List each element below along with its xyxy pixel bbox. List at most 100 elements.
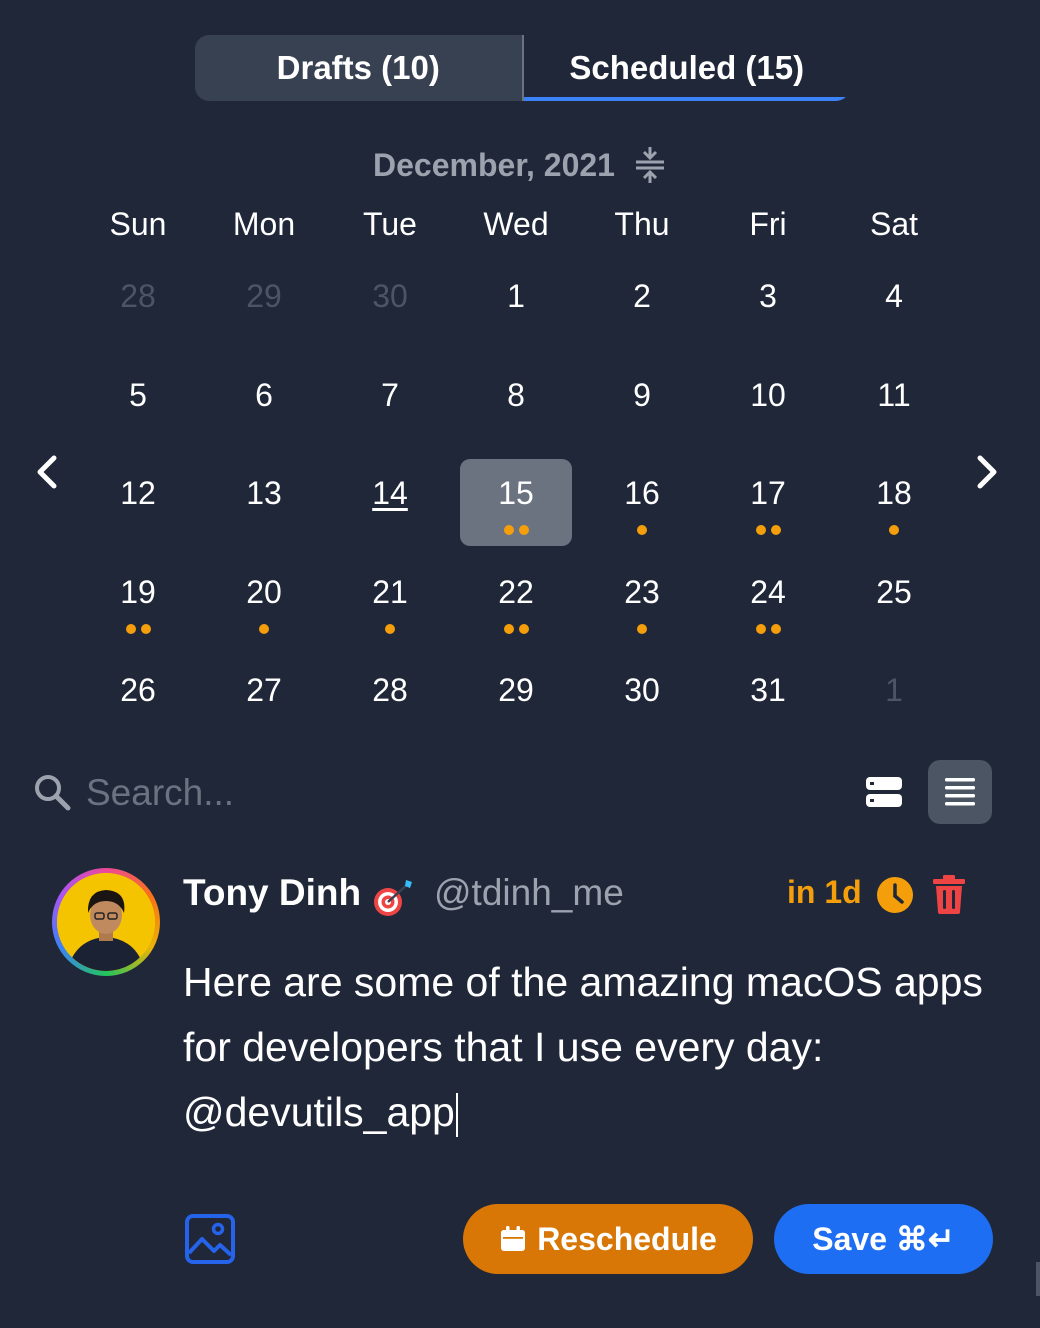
scheduled-dot [259,623,269,634]
tab-drafts[interactable]: Drafts (10) [195,35,522,101]
calendar-day[interactable]: 3 [705,262,831,361]
scheduled-indicator [889,525,899,535]
calendar-day[interactable]: 7 [327,361,453,460]
calendar-day[interactable]: 11 [831,361,957,460]
scheduled-indicator [755,525,781,535]
day-number: 17 [750,475,786,511]
scheduled-indicator [259,623,269,634]
calendar-day[interactable]: 18 [831,459,957,558]
collapse-calendar-icon[interactable] [633,145,667,185]
calendar-day[interactable]: 15 [453,459,579,558]
calendar-icon [501,1226,526,1251]
day-number: 14 [372,475,408,511]
calendar-day[interactable]: 8 [453,361,579,460]
calendar-day[interactable]: 17 [705,459,831,558]
day-number: 31 [750,672,786,708]
day-number: 24 [750,573,786,610]
day-number: 13 [246,475,282,511]
day-number: 8 [507,376,525,413]
day-number: 19 [120,573,156,610]
scheduled-dot [755,525,766,535]
weekday-sun: Sun [109,206,167,242]
day-number: 20 [246,573,282,610]
calendar-day[interactable]: 20 [201,558,327,657]
calendar-day[interactable]: 29 [453,656,579,755]
calendar-day[interactable]: 12 [75,459,201,558]
scheduled-indicator [637,623,647,634]
next-month-icon[interactable] [966,452,1006,492]
day-number: 9 [633,376,651,413]
day-number: 5 [129,376,147,413]
calendar-day[interactable]: 23 [579,558,705,657]
tab-scheduled[interactable]: Scheduled (15) [523,35,850,101]
calendar-day[interactable]: 30 [579,656,705,755]
scheduled-dot [889,525,899,535]
weekday-mon: Mon [232,206,296,242]
calendar-day[interactable]: 31 [705,656,831,755]
weekday-fri: Fri [749,206,787,242]
calendar-day[interactable]: 24 [705,558,831,657]
card-view-button[interactable] [852,760,916,824]
post-tabs: Drafts (10) Scheduled (15) [195,35,850,101]
scheduled-dot [140,623,151,634]
scheduled-dot [770,525,781,535]
calendar-day[interactable]: 4 [831,262,957,361]
previous-month-icon[interactable] [28,452,68,492]
calendar-day[interactable]: 28 [327,656,453,755]
add-image-icon[interactable] [184,1213,236,1265]
calendar-day[interactable]: 5 [75,361,201,460]
calendar-day[interactable]: 27 [201,656,327,755]
scheduled-dot [503,525,514,535]
search-input[interactable] [84,768,588,818]
avatar[interactable] [52,868,160,976]
clock-icon[interactable] [876,876,914,914]
scheduled-indicator [125,623,151,634]
text-cursor [455,1093,458,1138]
calendar-day[interactable]: 6 [201,361,327,460]
scheduled-indicator [503,525,529,535]
stacked-cards-icon [866,777,902,807]
save-label: Save ⌘↵ [812,1221,955,1257]
day-number: 10 [750,376,786,413]
calendar-day[interactable]: 1 [831,656,957,755]
scheduled-indicator [385,623,395,634]
tweet-text: Here are some of the amazing macOS apps … [183,959,983,1135]
weekday-header: Sun Mon Tue Wed Thu Fri Sat [75,206,959,256]
calendar-day[interactable]: 26 [75,656,201,755]
delete-trash-icon[interactable] [932,874,966,914]
day-number: 26 [120,672,156,708]
calendar-day[interactable]: 22 [453,558,579,657]
day-number: 3 [759,278,777,314]
scheduled-dot [755,623,766,634]
calendar-day[interactable]: 19 [75,558,201,657]
scheduled-dot [637,525,647,535]
scheduled-dot [385,623,395,634]
calendar-day[interactable]: 14 [327,459,453,558]
day-number: 22 [498,573,534,610]
calendar-day[interactable]: 16 [579,459,705,558]
calendar-day[interactable]: 2 [579,262,705,361]
calendar-day[interactable]: 28 [75,262,201,361]
calendar-day[interactable]: 29 [201,262,327,361]
calendar-day[interactable]: 30 [327,262,453,361]
day-number: 21 [372,573,408,610]
day-number: 6 [255,376,273,413]
calendar-day[interactable]: 21 [327,558,453,657]
calendar-day[interactable]: 10 [705,361,831,460]
reschedule-button[interactable]: Reschedule [463,1204,753,1274]
calendar-day[interactable]: 1 [453,262,579,361]
day-number: 23 [624,573,660,610]
scheduled-indicator [755,623,781,634]
save-button[interactable]: Save ⌘↵ [774,1204,993,1274]
scrollbar[interactable] [1036,1262,1040,1296]
calendar-day[interactable]: 25 [831,558,957,657]
search-icon [35,775,71,811]
scheduled-dot [125,623,136,634]
calendar-day[interactable]: 13 [201,459,327,558]
day-number: 30 [624,672,660,708]
tweet-editor[interactable]: Here are some of the amazing macOS apps … [183,950,983,1145]
list-view-button[interactable] [928,760,992,824]
day-number: 16 [624,475,660,511]
calendar-day[interactable]: 9 [579,361,705,460]
scheduled-indicator [503,623,529,634]
